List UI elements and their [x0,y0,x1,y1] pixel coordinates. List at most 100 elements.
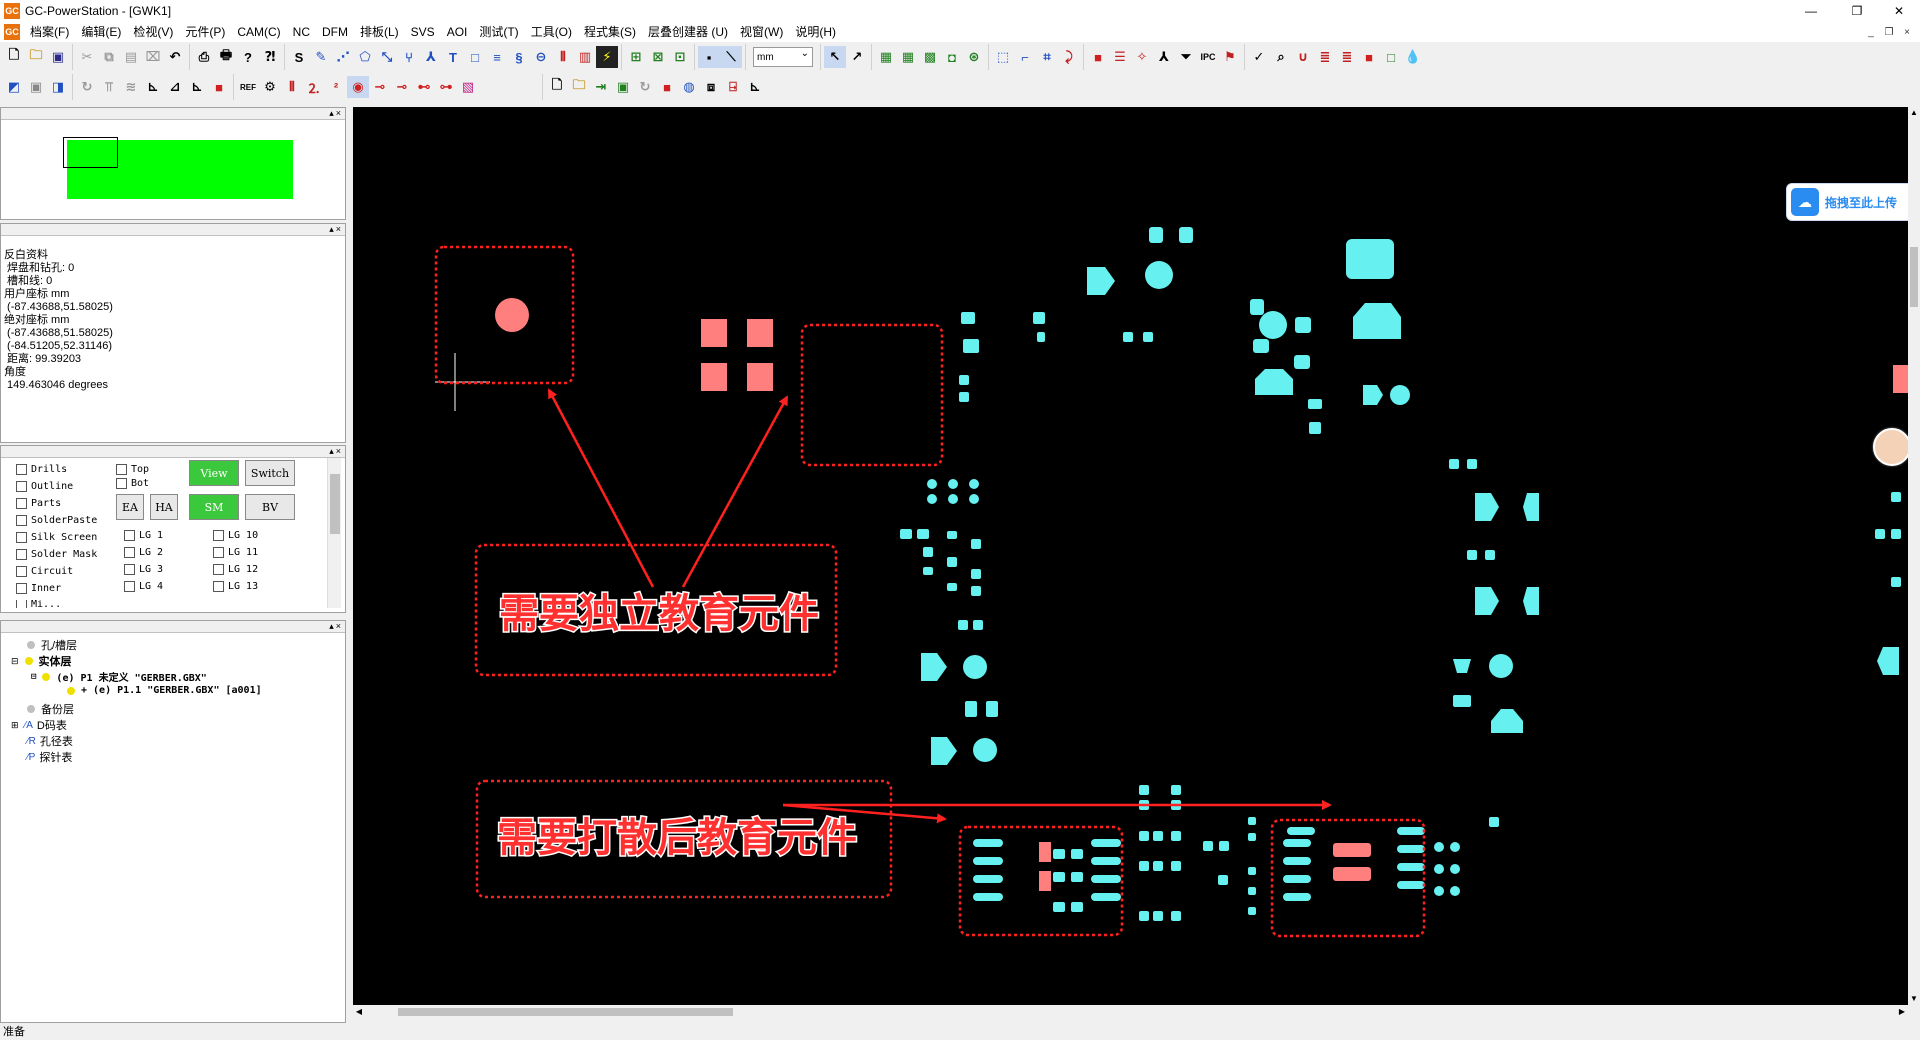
menu-nc[interactable]: NC [287,22,316,42]
ref-icon[interactable]: REF [237,76,259,98]
box-select-icon[interactable]: ⬚ [992,46,1014,68]
red-square-icon[interactable]: ■ [1358,46,1380,68]
grid-1-icon[interactable]: ▦ [875,46,897,68]
paste-icon[interactable]: ▤ [120,46,142,68]
view-frame-icon[interactable]: ▣ [25,76,47,98]
view-panel-icon[interactable]: ◨ [47,76,69,98]
checkbox[interactable] [16,464,27,475]
checkbox[interactable] [16,566,27,577]
checkbox[interactable] [213,530,224,541]
checkbox[interactable] [213,564,224,575]
menu-help[interactable]: 说明(H) [789,22,842,42]
select-s-icon[interactable]: S [288,46,310,68]
list-chart-icon[interactable]: ⊿ [164,76,186,98]
component-icon[interactable]: ◘ [941,46,963,68]
menu-tools[interactable]: 工具(O) [525,22,578,42]
checkbox[interactable] [16,532,27,543]
circle-icon[interactable]: ⊖ [530,46,552,68]
pin-2-icon[interactable]: ⊸ [391,76,413,98]
checkbox[interactable] [124,564,135,575]
snap-grid-icon[interactable]: ▪ [698,46,720,68]
check-top[interactable]: Top [116,464,149,475]
menu-edit[interactable]: 编辑(E) [75,22,127,42]
board-icon[interactable]: ⧈ [700,76,722,98]
cad-canvas[interactable]: 需要独立教育元件 需要打散后教育元件 [353,107,1908,1005]
checkbox[interactable] [16,583,27,594]
tree-item-dcode[interactable]: ⊞ ⁄A D码表 [11,717,67,733]
target-icon[interactable]: ◉ [347,76,369,98]
corner-icon[interactable]: ⌐ [1014,46,1036,68]
check-soldermask[interactable]: Solder Mask [16,549,97,560]
drop-icon[interactable]: 💧 [1402,46,1424,68]
menu-view[interactable]: 检视(V) [127,22,179,42]
checkbox[interactable] [16,515,27,526]
node-icon[interactable]: ⋰ [332,46,354,68]
s-curve-icon[interactable]: § [508,46,530,68]
graph-2-icon[interactable]: ⊾ [744,76,766,98]
mdi-minimize-button[interactable]: _ [1862,24,1880,40]
scroll-right-arrow[interactable]: ▶ [1896,1005,1908,1019]
checkbox[interactable] [16,549,27,560]
canvas-horizontal-scrollbar[interactable]: ◀ ▶ [353,1005,1908,1019]
import-icon[interactable]: ⇥ [590,76,612,98]
menu-scripts[interactable]: 程式集(S) [578,22,642,42]
switch-button[interactable]: Switch [245,460,295,486]
tree-item-p1-1[interactable]: + (e) P1.1 "GERBER.GBX" [a001] [67,685,262,696]
probe-icon[interactable]: ⅄ [1153,46,1175,68]
close-button[interactable]: ✕ [1876,0,1920,22]
cross-select-icon[interactable]: ⌗ [1036,46,1058,68]
route-icon[interactable]: ⅄ [420,46,442,68]
menu-dfm[interactable]: DFM [316,22,354,42]
checkbox[interactable] [16,481,27,492]
scroll-down-arrow[interactable]: ▼ [1908,993,1920,1005]
measure-icon[interactable]: ⤡ [376,46,398,68]
cut-icon[interactable]: ✂ [76,46,98,68]
canvas-vertical-scrollbar[interactable]: ▲ ▼ [1908,107,1920,1005]
refresh-icon[interactable]: ↻ [76,76,98,98]
door-icon[interactable]: ⍈ [722,76,744,98]
ea-button[interactable]: EA [116,494,144,520]
checkbox[interactable] [16,498,27,509]
bv-button[interactable]: BV [245,494,295,520]
check-lg11[interactable]: LG 11 [213,547,258,558]
pick-icon[interactable]: ⤸ [1058,46,1080,68]
upload-dropzone-badge[interactable]: ☁ 拖拽至此上传 [1786,183,1920,221]
stack-2-icon[interactable]: ≣ [1336,46,1358,68]
ha-button[interactable]: HA [150,494,178,520]
menu-stackup[interactable]: 层叠创建器 (U) [642,22,734,42]
print-icon[interactable]: 🖶 [215,46,237,68]
image-icon[interactable]: ▧ [457,76,479,98]
check-circuit[interactable]: Circuit [16,566,73,577]
tree-item-p1[interactable]: ⊟ (e) P1 未定义 "GERBER.GBX" [31,669,207,685]
zoom-fit-icon[interactable]: ⊠ [647,46,669,68]
checkbox[interactable] [16,600,27,608]
array-icon[interactable]: ⦀ [281,76,303,98]
scroll-left-arrow[interactable]: ◀ [353,1005,365,1019]
globe-icon[interactable]: ◍ [678,76,700,98]
unit-select[interactable]: mm [753,47,813,67]
pin-4-icon[interactable]: ⊶ [435,76,457,98]
stop-2-icon[interactable]: ■ [656,76,678,98]
barcode-icon[interactable]: ▥ [574,46,596,68]
multi-select-icon[interactable]: ↗ [846,46,868,68]
chart-icon[interactable]: ⊾ [142,76,164,98]
vertical-scroll-thumb[interactable] [1910,247,1918,307]
ipc-icon[interactable]: IPC [1197,46,1219,68]
check-lg10[interactable]: LG 10 [213,530,258,541]
menu-panel[interactable]: 排板(L) [354,22,405,42]
pen-icon[interactable]: ✎ [310,46,332,68]
rect-icon[interactable]: □ [464,46,486,68]
filter-icon[interactable]: ⏷ [1175,46,1197,68]
new-doc-icon[interactable]: 🗋 [546,76,568,98]
board-drawing[interactable]: 需要独立教育元件 需要打散后教育元件 [353,107,1908,1005]
scroll-up-arrow[interactable]: ▲ [1908,107,1920,119]
checkbox[interactable] [116,478,127,489]
panel-controls[interactable]: ▴× [329,108,343,119]
delete-icon[interactable]: ⌧ [142,46,164,68]
view-board-icon[interactable]: ◩ [3,76,25,98]
green-square-icon[interactable]: □ [1380,46,1402,68]
stack-icon[interactable]: ≣ [1314,46,1336,68]
maximize-button[interactable]: ❐ [1834,0,1880,22]
bars-icon[interactable]: ⦀ [552,46,574,68]
text-icon[interactable]: T [442,46,464,68]
